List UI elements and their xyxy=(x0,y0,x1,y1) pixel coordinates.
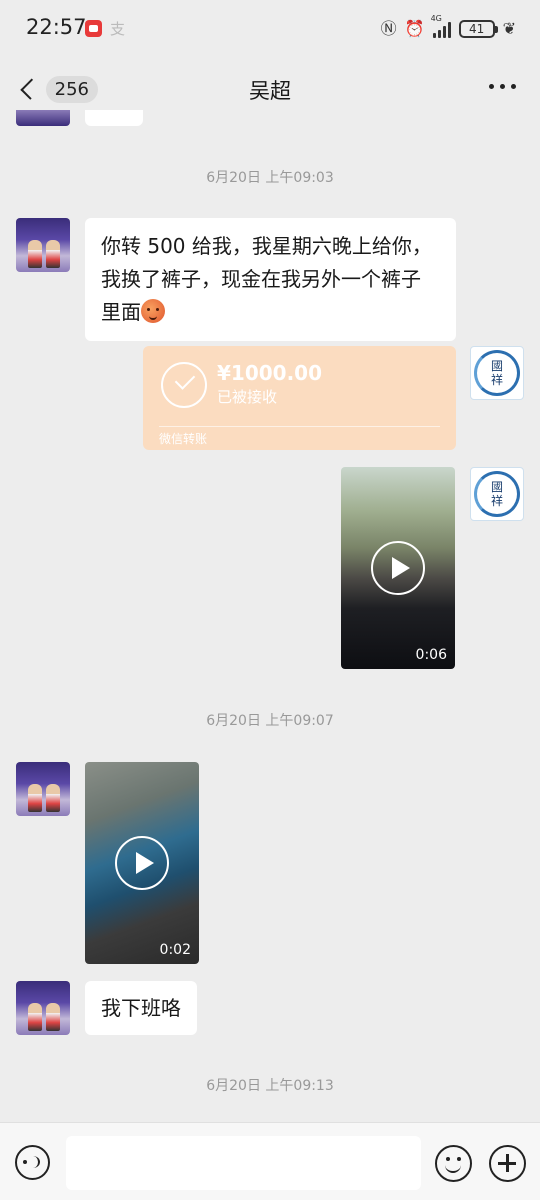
timestamp: 6月20日 上午09:03 xyxy=(206,170,334,186)
more-dots-icon xyxy=(489,84,494,89)
message-bubble[interactable]: 我下班咯 xyxy=(85,981,197,1035)
battery-icon: 41 xyxy=(458,20,498,38)
status-icons: Ⓝ ⏰ 4G 41 ❦ xyxy=(380,14,516,42)
status-time: 22:57 xyxy=(26,15,87,39)
video-duration: 0:06 xyxy=(415,647,447,663)
seal-logo-icon: 國祥 xyxy=(474,350,520,396)
chat-header: 256 吴超 xyxy=(0,58,540,120)
play-icon[interactable] xyxy=(115,836,169,890)
my-avatar[interactable]: 國祥 xyxy=(470,467,524,521)
play-icon[interactable] xyxy=(371,541,425,595)
alipay-notification-icon: 支 xyxy=(110,20,126,38)
message-bubble[interactable]: 你转 500 给我，我星期六晚上给你，我换了裤子，现金在我另外一个裤子里面 xyxy=(85,218,456,341)
emoji-icon[interactable] xyxy=(435,1145,472,1182)
notification-app-icon xyxy=(85,20,102,37)
transfer-footer-label: 微信转账 xyxy=(159,432,208,446)
more-options-button[interactable] xyxy=(489,84,516,89)
contact-avatar[interactable] xyxy=(16,218,70,272)
video-duration: 0:02 xyxy=(159,942,191,958)
video-message[interactable]: 0:02 xyxy=(85,762,199,964)
alarm-icon: ⏰ xyxy=(404,19,425,38)
voice-input-icon[interactable] xyxy=(15,1145,50,1180)
status-bar: 22:57 支 Ⓝ ⏰ 4G 41 ❦ xyxy=(0,0,540,58)
transfer-amount: ¥1000.00 xyxy=(217,361,323,385)
check-circle-icon xyxy=(161,362,207,408)
plus-icon[interactable] xyxy=(489,1145,526,1182)
transfer-status: 已被接收 xyxy=(217,388,278,406)
unread-count-badge: 256 xyxy=(45,75,98,103)
nfc-icon: Ⓝ xyxy=(380,19,397,38)
message-bubble-partial[interactable] xyxy=(85,110,143,126)
contact-avatar[interactable] xyxy=(16,981,70,1035)
back-button[interactable]: 256 xyxy=(18,72,98,106)
my-avatar[interactable]: 國祥 xyxy=(470,346,524,400)
contact-avatar[interactable] xyxy=(16,110,70,126)
leaf-icon: ❦ xyxy=(502,19,516,38)
timestamp: 6月20日 上午09:13 xyxy=(206,1078,334,1094)
seal-logo-icon: 國祥 xyxy=(474,471,520,517)
divider xyxy=(159,426,440,427)
network-type: 4G xyxy=(430,14,442,23)
video-message[interactable]: 0:06 xyxy=(341,467,455,669)
message-input[interactable] xyxy=(66,1136,421,1190)
timestamp: 6月20日 上午09:07 xyxy=(206,713,334,729)
back-arrow-icon xyxy=(20,78,42,100)
angry-face-emoji-icon xyxy=(141,299,165,323)
contact-avatar[interactable] xyxy=(16,762,70,816)
message-text: 我下班咯 xyxy=(101,996,181,1020)
signal-icon: 4G xyxy=(431,14,451,38)
input-bar xyxy=(0,1122,540,1200)
transfer-message[interactable]: ¥1000.00 已被接收 微信转账 xyxy=(143,346,456,450)
